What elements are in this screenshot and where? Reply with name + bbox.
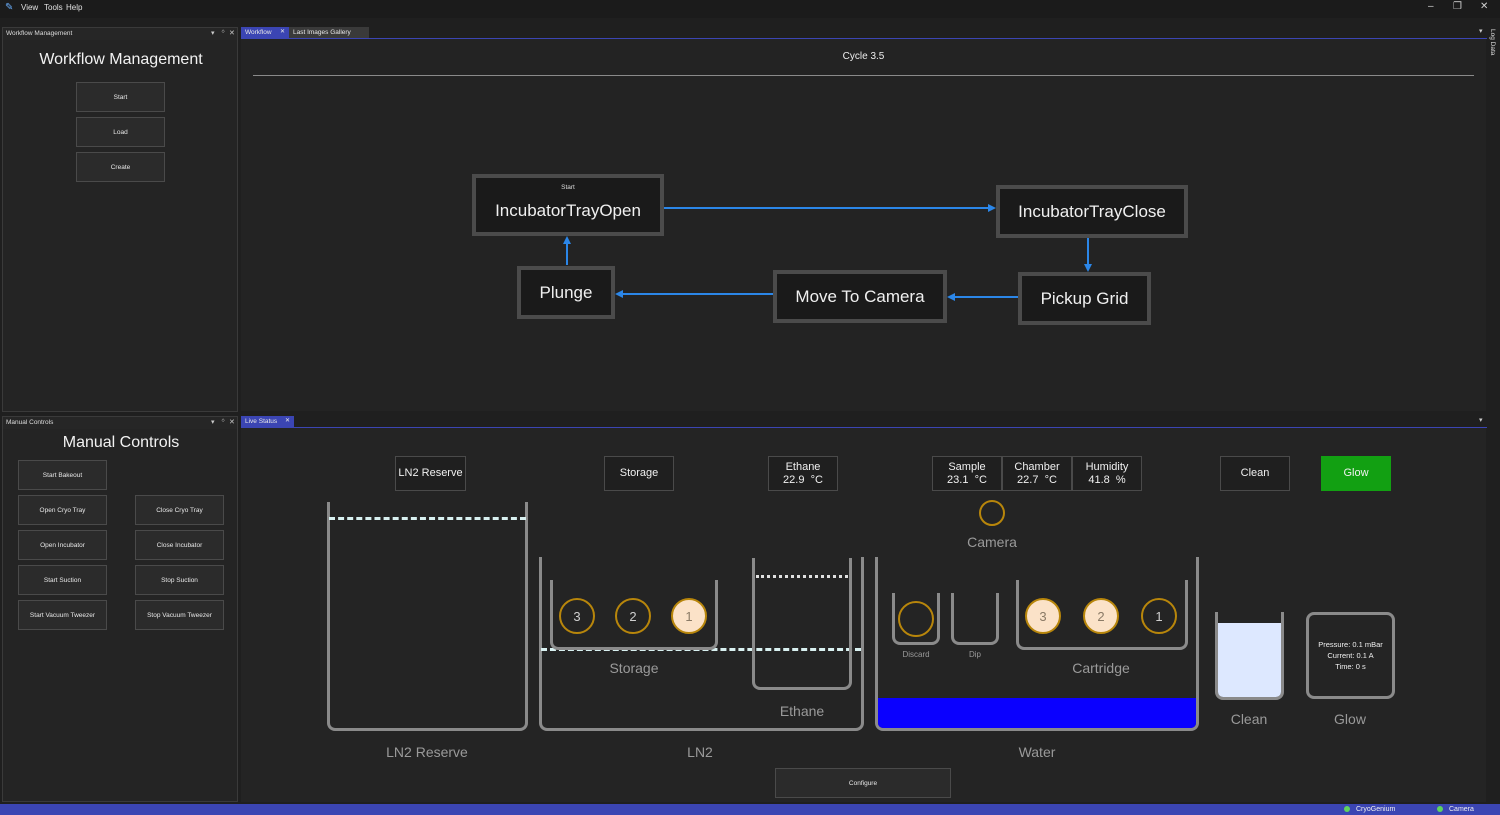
status-label: Clean (1240, 467, 1270, 479)
status-dot-icon (1437, 806, 1443, 813)
ln2-label: LN2 (687, 744, 713, 760)
storage-slot[interactable]: 1 (671, 598, 707, 634)
status-label: Chamber (1014, 460, 1060, 473)
status-label: Ethane (785, 460, 821, 473)
ethane-level (756, 575, 848, 578)
glow-label: Glow (1334, 711, 1366, 727)
storage-label: Storage (609, 660, 659, 676)
status-text: Camera (1449, 806, 1474, 813)
status-unit: °C (974, 473, 987, 486)
status-value: 23.1 (947, 473, 969, 486)
dip-label: Dip (968, 650, 981, 659)
chamber-status: Chamber 22.7 °C (1002, 456, 1072, 491)
status-bar: CryoGenium Camera (0, 804, 1500, 815)
node-pickup-grid[interactable]: Pickup Grid (1018, 272, 1151, 325)
cartridge-slot[interactable]: 2 (1083, 598, 1119, 634)
node-label: IncubatorTrayClose (1018, 201, 1166, 221)
tab-live-status[interactable]: Live Status ✕ (241, 416, 294, 427)
clean-label: Clean (1230, 711, 1268, 727)
node-label: Pickup Grid (1040, 288, 1129, 308)
camera-label: Camera (967, 534, 1017, 550)
discard-slot[interactable] (898, 601, 934, 637)
status-text: CryoGenium (1356, 806, 1396, 813)
cartridge-label: Cartridge (1072, 660, 1130, 676)
node-plunge[interactable]: Plunge (517, 266, 615, 319)
water-label: Water (1018, 744, 1056, 760)
glow-status: Glow (1321, 456, 1391, 491)
ethane-label: Ethane (779, 703, 825, 719)
close-tab-icon[interactable]: ✕ (285, 417, 290, 424)
status-value: 41.8 (1088, 473, 1110, 486)
glow-pressure: Pressure: 0.1 mBar (1318, 640, 1383, 649)
ethane-status: Ethane 22.9 °C (768, 456, 838, 491)
node-label: IncubatorTrayOpen (495, 201, 641, 220)
node-move-to-camera[interactable]: Move To Camera (773, 270, 947, 323)
status-label: LN2 Reserve (398, 467, 463, 479)
glow-time: Time: 0 s (1335, 662, 1366, 671)
clean-fill (1218, 623, 1281, 697)
ln2-reserve-label: LN2 Reserve (386, 744, 468, 760)
cartridge-slot[interactable]: 1 (1141, 598, 1177, 634)
configure-button[interactable]: Configure (775, 768, 951, 798)
water-fill (878, 698, 1196, 728)
status-unit: °C (810, 473, 823, 486)
status-dot-icon (1344, 806, 1350, 813)
status-value: 22.7 (1017, 473, 1039, 486)
glow-current: Current: 0.1 A (1327, 651, 1374, 660)
start-marker: Start (561, 184, 575, 191)
node-incubator-tray-open[interactable]: Start IncubatorTrayOpen (472, 174, 664, 236)
camera-indicator (979, 500, 1005, 526)
discard-label: Discard (902, 650, 930, 659)
tab-label: Live Status (245, 418, 278, 425)
ln2-reserve-status: LN2 Reserve (395, 456, 466, 491)
node-label: Plunge (539, 282, 593, 302)
ln2-reserve-vessel (327, 502, 528, 731)
dip-vessel (951, 593, 999, 645)
status-label: Humidity (1085, 460, 1129, 473)
tab-dropdown-icon[interactable]: ▾ (1479, 416, 1483, 424)
status-value: 22.9 (783, 473, 805, 486)
status-label: Storage (619, 467, 659, 479)
status-label: Glow (1343, 467, 1369, 479)
camera-connection-status: Camera (1437, 806, 1474, 813)
node-incubator-tray-close[interactable]: IncubatorTrayClose (996, 185, 1188, 238)
ln2-reserve-level (329, 517, 526, 520)
node-label: Move To Camera (795, 286, 925, 306)
storage-slot[interactable]: 3 (559, 598, 595, 634)
storage-slot[interactable]: 2 (615, 598, 651, 634)
cryogenium-status: CryoGenium (1344, 806, 1395, 813)
clean-status: Clean (1220, 456, 1290, 491)
status-unit: % (1115, 473, 1126, 486)
cartridge-slot[interactable]: 3 (1025, 598, 1061, 634)
glow-chamber: Pressure: 0.1 mBar Current: 0.1 A Time: … (1306, 612, 1395, 699)
storage-status: Storage (604, 456, 674, 491)
status-label: Sample (948, 460, 986, 473)
sample-status: Sample 23.1 °C (932, 456, 1002, 491)
status-unit: °C (1044, 473, 1057, 486)
humidity-status: Humidity 41.8 % (1072, 456, 1142, 491)
